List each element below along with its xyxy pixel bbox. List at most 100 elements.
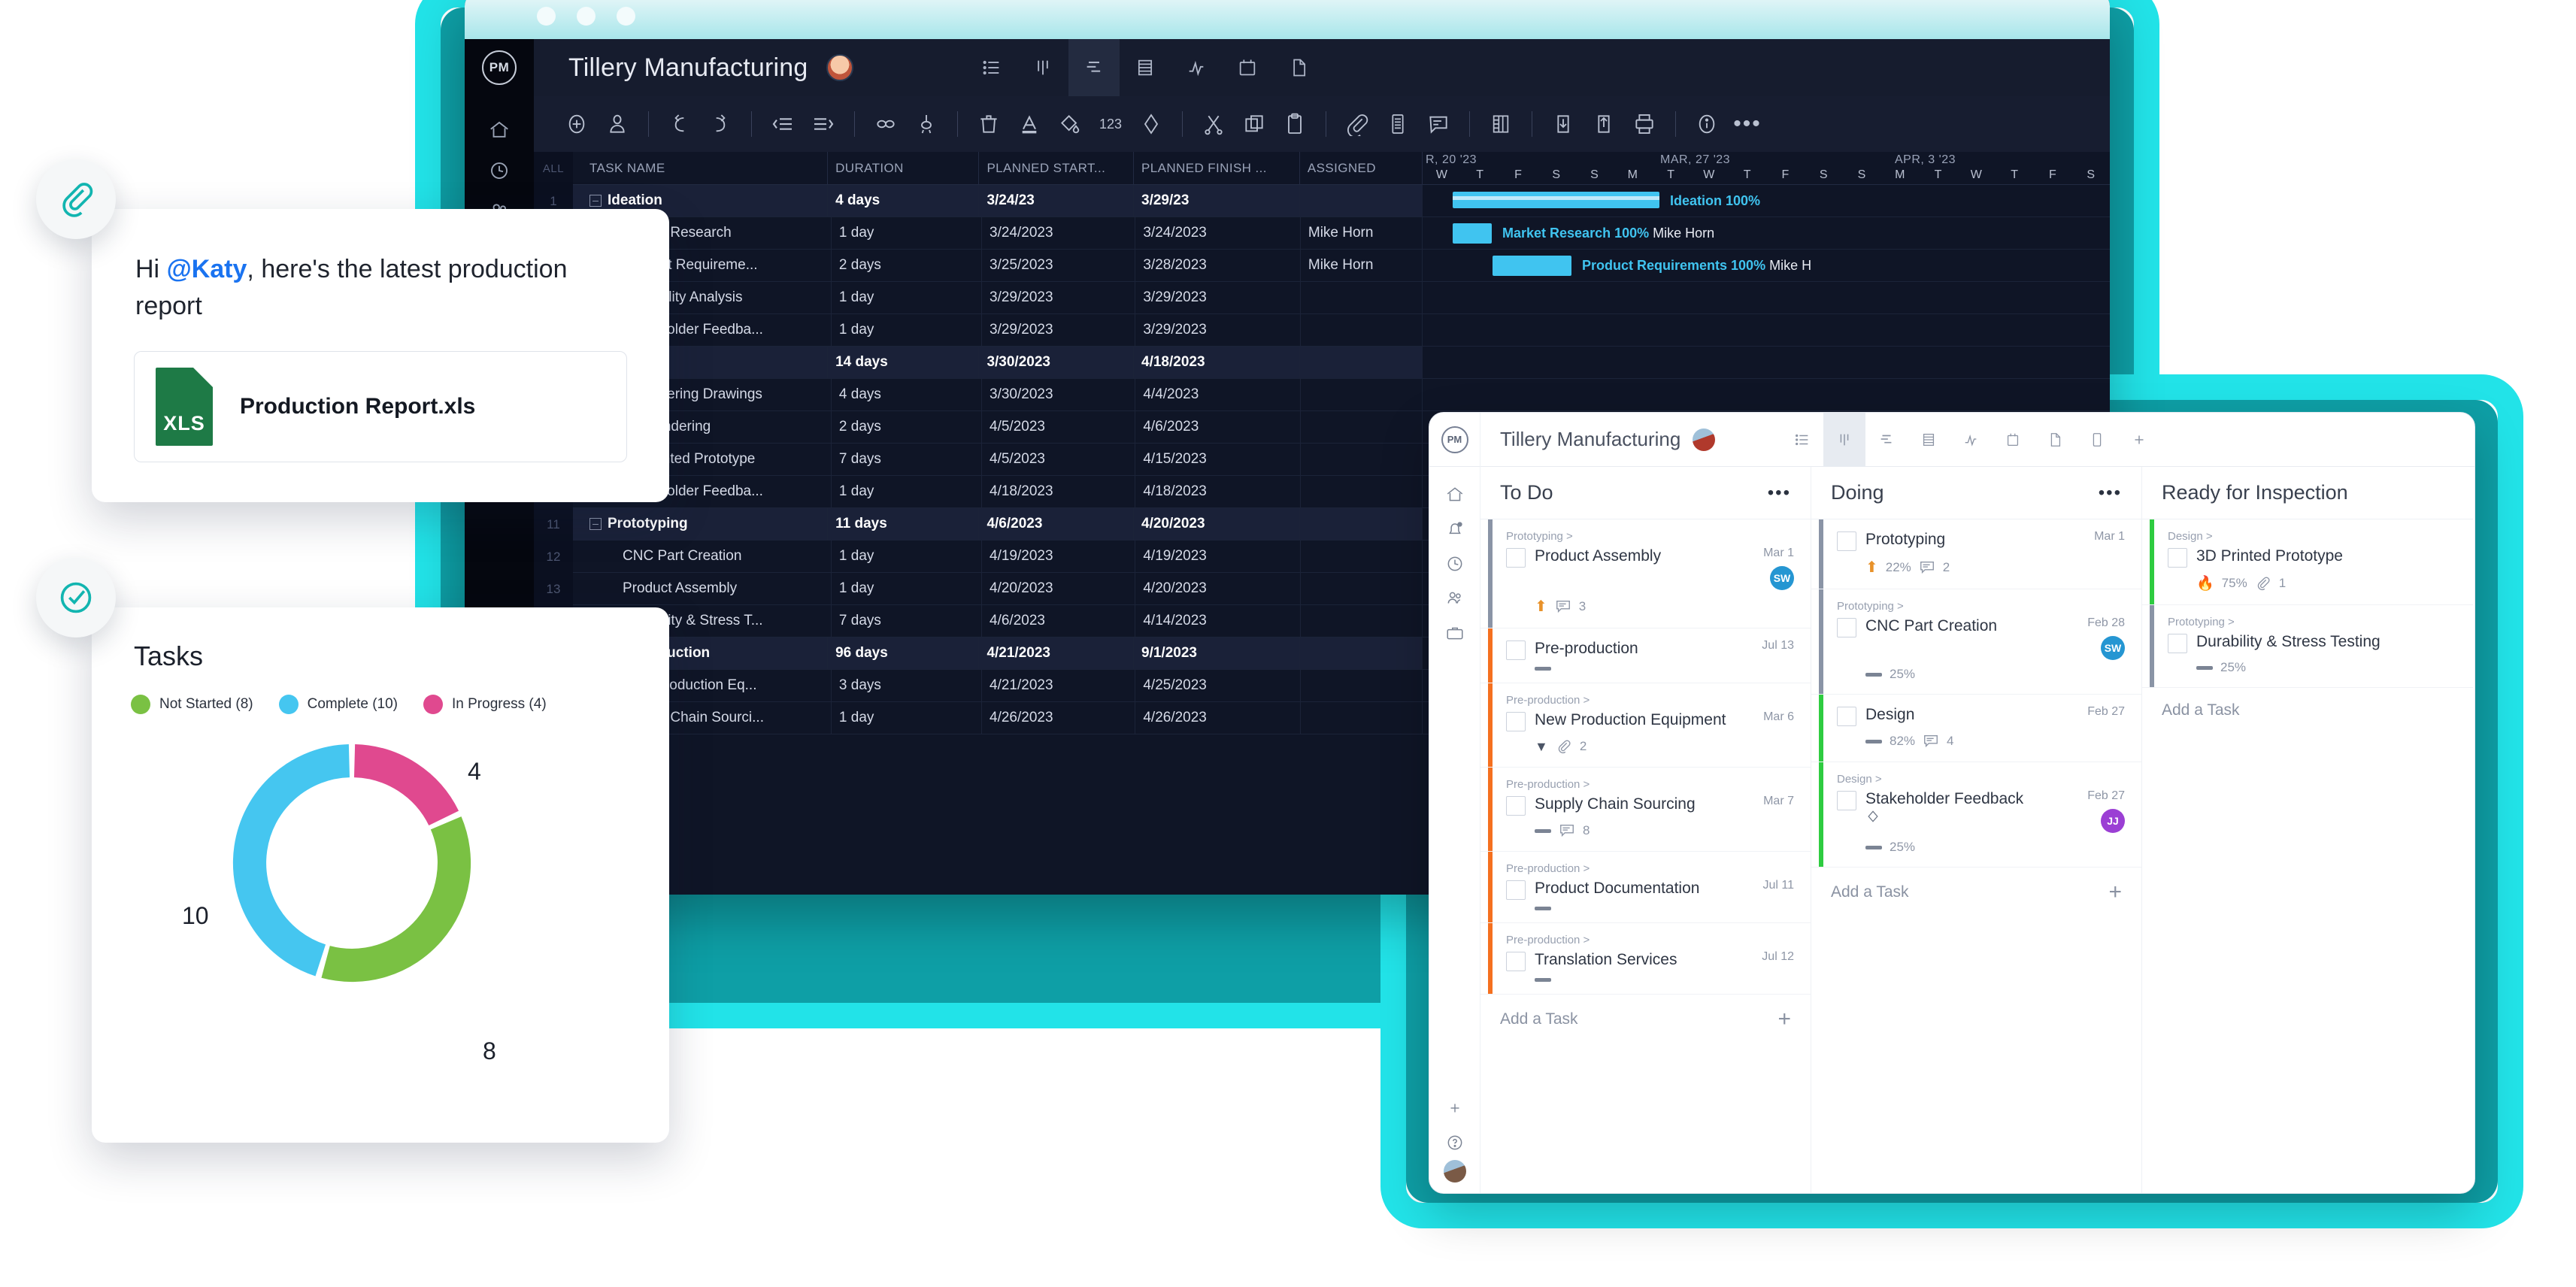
tab-pages-view[interactable] <box>1273 39 1324 96</box>
expander-icon[interactable] <box>589 518 602 530</box>
tab-mobile-view[interactable] <box>2076 413 2118 467</box>
copy-button[interactable] <box>1234 104 1274 144</box>
kanban-card[interactable]: Prototyping > CNC Part Creation Feb 28 SW 25… <box>1811 589 2141 695</box>
number-format-button[interactable]: 123 <box>1090 104 1131 144</box>
tab-pages-view[interactable] <box>2034 413 2076 467</box>
card-checkbox[interactable] <box>1506 880 1526 900</box>
sidebar-item-notifications[interactable] <box>1438 512 1472 547</box>
table-row[interactable]: Stakeholder Feedba... 1 day 4/18/2023 4/18/… <box>573 475 1423 508</box>
kanban-card[interactable]: Pre-production > Product Documentation Jul… <box>1480 852 1811 923</box>
mention-katy[interactable]: @Katy <box>167 255 247 283</box>
tab-sheet-view[interactable] <box>1120 39 1171 96</box>
add-task-row[interactable]: Add a Task + <box>1480 995 1811 1044</box>
col-duration[interactable]: DURATION <box>828 151 980 185</box>
tab-list-view[interactable] <box>1781 413 1823 467</box>
column-menu-icon[interactable]: ••• <box>2099 483 2122 504</box>
assignee-avatar[interactable]: SW <box>1770 566 1794 590</box>
table-row[interactable]: Design14 days3/30/20234/18/2023 <box>573 346 1423 379</box>
row-number[interactable]: 12 <box>534 541 573 573</box>
tab-gantt-view[interactable] <box>1068 39 1120 96</box>
window-maximize-dot[interactable] <box>617 6 635 26</box>
kanban-card[interactable]: Prototyping Mar 1 ⬆ 22% 2 <box>1811 519 2141 589</box>
gantt-bar[interactable] <box>1453 192 1659 208</box>
table-row[interactable]: Pre-production96 days4/21/20239/1/2023 <box>573 637 1423 670</box>
gantt-bar[interactable] <box>1493 256 1571 276</box>
card-checkbox[interactable] <box>1837 618 1856 637</box>
cut-button[interactable] <box>1193 104 1234 144</box>
kanban-card[interactable]: Design > Stakeholder Feedback Feb 27 JJ 25% <box>1811 762 2141 868</box>
kanban-card[interactable]: Pre-production Jul 13 <box>1480 628 1811 683</box>
table-row[interactable]: 3D Rendering2 days4/5/20234/6/2023 <box>573 410 1423 444</box>
plus-icon[interactable]: + <box>1777 1008 1791 1031</box>
paint-bucket-icon[interactable] <box>1050 104 1090 144</box>
delete-button[interactable] <box>968 104 1009 144</box>
kanban-card[interactable]: Pre-production > Supply Chain Sourcing Mar… <box>1480 768 1811 852</box>
notes-button[interactable] <box>1377 104 1418 144</box>
outdent-button[interactable] <box>762 104 803 144</box>
table-row[interactable]: New Production Eq... 3 days 4/21/2023 4/25/… <box>573 669 1423 702</box>
table-row[interactable]: Ideation 4 days 3/24/23 3/29/23 <box>573 184 1423 217</box>
sidebar-item-home[interactable] <box>479 110 520 150</box>
table-row[interactable]: Feasibility Analysis 1 day 3/29/2023 3/29/2… <box>573 281 1423 314</box>
paste-button[interactable] <box>1274 104 1315 144</box>
print-button[interactable] <box>1624 104 1665 144</box>
info-button[interactable] <box>1687 104 1727 144</box>
plus-icon[interactable]: + <box>2108 881 2122 904</box>
sidebar-item-add[interactable] <box>1438 1091 1472 1125</box>
row-number[interactable]: 13 <box>534 573 573 605</box>
table-row[interactable]: 3D Printed Prototype 7 days 4/5/2023 4/15/2… <box>573 443 1423 476</box>
sidebar-item-projects[interactable] <box>1438 616 1472 650</box>
window-close-dot[interactable] <box>537 6 556 26</box>
card-checkbox[interactable] <box>2168 548 2187 568</box>
app-logo[interactable]: PM <box>1429 413 1480 467</box>
indent-button[interactable] <box>803 104 844 144</box>
tab-calendar-view[interactable] <box>1222 39 1273 96</box>
sidebar-item-team[interactable] <box>1438 581 1472 616</box>
column-menu-icon[interactable]: ••• <box>1768 483 1791 504</box>
table-row[interactable]: Prototyping 11 days 4/6/2023 4/20/2023 <box>573 507 1423 541</box>
table-row[interactable]: CNC Part Creation 1 day 4/19/2023 4/19/2023 <box>573 540 1423 573</box>
sidebar-item-recent[interactable] <box>479 150 520 191</box>
sidebar-item-home[interactable] <box>1438 477 1472 512</box>
undo-button[interactable] <box>659 104 700 144</box>
sidebar-item-timesheets[interactable] <box>1438 547 1472 581</box>
redo-button[interactable] <box>700 104 741 144</box>
card-checkbox[interactable] <box>1506 712 1526 731</box>
card-checkbox[interactable] <box>1837 707 1856 726</box>
card-checkbox[interactable] <box>2168 634 2187 653</box>
card-checkbox[interactable] <box>1837 531 1856 551</box>
kanban-card[interactable]: Prototyping > Durability & Stress Testing… <box>2142 605 2473 688</box>
table-row[interactable]: Durability & Stress T... 7 days 4/6/2023 4/… <box>573 604 1423 637</box>
donut-segment[interactable] <box>232 743 350 977</box>
link-tasks-button[interactable] <box>865 104 906 144</box>
app-logo[interactable]: PM <box>465 39 534 96</box>
tab-list-view[interactable] <box>966 39 1017 96</box>
unlink-tasks-button[interactable] <box>906 104 947 144</box>
comment-button[interactable] <box>1418 104 1459 144</box>
kanban-card[interactable]: Design Feb 27 82% 4 <box>1811 695 2141 762</box>
table-row[interactable]: Product Assembly 1 day 4/20/2023 4/20/2023 <box>573 572 1423 605</box>
assignee-avatar[interactable]: SW <box>2101 636 2125 660</box>
kanban-card[interactable]: Pre-production > Translation Services Jul … <box>1480 923 1811 995</box>
col-assigned[interactable]: ASSIGNED <box>1300 151 1423 185</box>
milestone-button[interactable] <box>1131 104 1171 144</box>
file-attachment[interactable]: XLS Production Report.xls <box>134 350 627 462</box>
tab-workload-view[interactable] <box>1950 413 1992 467</box>
expander-icon[interactable] <box>589 195 602 207</box>
card-checkbox[interactable] <box>1506 640 1526 660</box>
card-checkbox[interactable] <box>1506 952 1526 971</box>
tab-gantt-view[interactable] <box>1865 413 1908 467</box>
sidebar-item-help[interactable] <box>1438 1125 1472 1160</box>
donut-segment[interactable] <box>353 743 459 826</box>
card-checkbox[interactable] <box>1837 791 1856 810</box>
col-planned-finish[interactable]: PLANNED FINISH ... <box>1134 151 1300 185</box>
tab-board-view[interactable] <box>1017 39 1068 96</box>
kanban-card[interactable]: Pre-production > New Production Equipment… <box>1480 683 1811 768</box>
project-avatar[interactable] <box>826 54 853 81</box>
add-task-button[interactable] <box>556 104 597 144</box>
project-avatar[interactable] <box>1693 428 1716 451</box>
window-minimize-dot[interactable] <box>577 6 596 26</box>
table-row[interactable]: Stakeholder Feedba... 1 day 3/29/2023 3/29/… <box>573 313 1423 347</box>
tab-sheet-view[interactable] <box>1908 413 1950 467</box>
table-row[interactable]: Market Research 1 day 3/24/2023 3/24/2023 Mi… <box>573 217 1423 250</box>
